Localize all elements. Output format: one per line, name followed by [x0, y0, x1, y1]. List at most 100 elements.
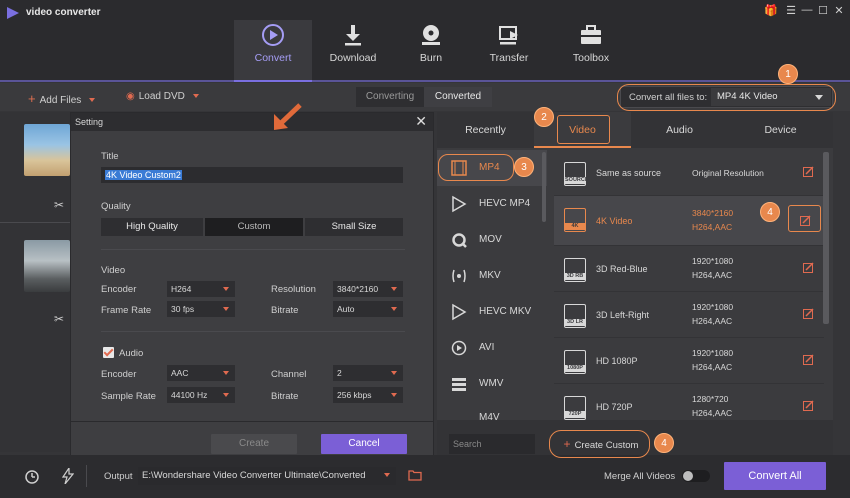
- hd-icon: 1080P: [564, 350, 586, 374]
- chevron-down-icon[interactable]: [192, 94, 199, 99]
- tab-toolbox[interactable]: Toolbox: [552, 20, 630, 82]
- create-button[interactable]: Create: [211, 434, 297, 454]
- folder-icon[interactable]: [408, 469, 422, 481]
- tab-device[interactable]: Device: [728, 112, 833, 148]
- tab-burn[interactable]: Burn: [392, 20, 470, 82]
- option-name: 3D Red-Blue: [596, 264, 648, 274]
- 4k-icon: 4K: [564, 208, 586, 232]
- option-resolution: 1280*720: [692, 394, 729, 404]
- minimize-icon[interactable]: —: [800, 4, 814, 16]
- option-3d-left-right[interactable]: 3D LR 3D Left-Right 1920*1080 H264,AAC: [554, 292, 824, 338]
- option-hd-1080p[interactable]: 1080P HD 1080P 1920*1080 H264,AAC: [554, 338, 824, 384]
- setting-title: Setting: [75, 117, 104, 127]
- format-label: MOV: [479, 234, 502, 245]
- output-label: Output: [104, 471, 133, 482]
- video-thumbnail[interactable]: [24, 124, 70, 176]
- callout-box-1: [617, 84, 836, 111]
- tab-download[interactable]: Download: [314, 20, 392, 82]
- close-icon[interactable]: ✕: [415, 113, 427, 130]
- tab-recently[interactable]: Recently: [437, 112, 534, 148]
- lightning-icon[interactable]: [62, 468, 74, 484]
- toolbox-icon: [581, 25, 601, 44]
- callout-number: 4: [760, 202, 780, 222]
- scissors-icon[interactable]: ✂: [54, 312, 64, 326]
- samplerate-select[interactable]: 44100 Hz: [167, 387, 235, 403]
- options-scrollbar[interactable]: [823, 152, 829, 324]
- hevc-icon: [452, 303, 467, 321]
- format-avi[interactable]: AVI: [437, 330, 547, 366]
- divider: [86, 465, 87, 487]
- video-thumbnail[interactable]: [24, 240, 70, 292]
- arrow-annotation-icon: [274, 103, 302, 130]
- alarm-icon[interactable]: [24, 468, 40, 484]
- format-m4v[interactable]: M4V: [437, 402, 547, 420]
- title-input-value: 4K Video Custom2: [105, 170, 182, 180]
- format-scrollbar[interactable]: [542, 152, 546, 222]
- video-bitrate-select[interactable]: Auto: [333, 301, 403, 317]
- merge-toggle[interactable]: [682, 470, 710, 482]
- option-badge: 3D LR: [565, 319, 585, 326]
- menu-icon[interactable]: ☰: [784, 4, 798, 17]
- format-search-input[interactable]: Search: [449, 434, 535, 454]
- tab-convert[interactable]: Convert: [234, 20, 312, 82]
- gift-icon[interactable]: 🎁: [764, 4, 778, 17]
- tab-converting[interactable]: Converting: [356, 87, 424, 107]
- format-hevc-mp4[interactable]: HEVC MP4: [437, 186, 547, 222]
- window-close-icon[interactable]: ✕: [832, 4, 846, 17]
- video-encoder-select[interactable]: H264: [167, 281, 235, 297]
- encoder-label: Encoder: [101, 284, 137, 295]
- tab-label: Toolbox: [572, 52, 610, 64]
- add-files-button[interactable]: + Add Files: [28, 91, 96, 106]
- option-name: HD 720P: [596, 402, 633, 412]
- format-hevc-mkv[interactable]: HEVC MKV: [437, 294, 547, 330]
- callout-number: 4: [654, 433, 674, 453]
- edit-icon[interactable]: [803, 308, 814, 319]
- option-name: HD 1080P: [596, 356, 638, 366]
- option-badge: 3D RB: [565, 273, 585, 280]
- tab-converted[interactable]: Converted: [424, 87, 492, 107]
- dvd-icon: ◉: [126, 91, 135, 102]
- convert-all-button[interactable]: Convert All: [724, 462, 826, 490]
- quality-high[interactable]: High Quality: [101, 218, 203, 236]
- scissors-icon[interactable]: ✂: [54, 198, 64, 212]
- add-files-label: Add Files: [39, 95, 82, 106]
- format-mkv[interactable]: MKV: [437, 258, 547, 294]
- format-mov[interactable]: MOV: [437, 222, 547, 258]
- format-label: HEVC MP4: [479, 198, 531, 209]
- nav-underline: [0, 80, 850, 82]
- chevron-down-icon[interactable]: [89, 98, 96, 103]
- edit-icon[interactable]: [803, 262, 814, 273]
- quality-custom[interactable]: Custom: [205, 218, 303, 236]
- audio-encoder-select[interactable]: AAC: [167, 365, 235, 381]
- option-resolution: 1920*1080: [692, 348, 734, 358]
- edit-icon[interactable]: [803, 400, 814, 411]
- tab-label: Transfer: [489, 52, 529, 64]
- cancel-button[interactable]: Cancel: [321, 434, 407, 454]
- merge-label: Merge All Videos: [604, 471, 676, 482]
- format-label: WMV: [479, 378, 504, 389]
- output-path-select[interactable]: E:\Wondershare Video Converter Ultimate\…: [138, 467, 396, 485]
- option-4k-video[interactable]: 4K 4K Video 3840*2160 H264,AAC: [554, 196, 824, 246]
- audio-checkbox[interactable]: [103, 347, 114, 358]
- quality-small[interactable]: Small Size: [305, 218, 403, 236]
- tab-audio[interactable]: Audio: [631, 112, 728, 148]
- title-input[interactable]: 4K Video Custom2: [101, 167, 403, 183]
- resolution-select[interactable]: 3840*2160: [333, 281, 403, 297]
- audio-bitrate-select[interactable]: 256 kbps: [333, 387, 403, 403]
- callout-number: 1: [778, 64, 798, 84]
- option-same-as-source[interactable]: SOURCE Same as source Original Resolutio…: [554, 150, 824, 196]
- load-dvd-button[interactable]: ◉ Load DVD: [126, 91, 199, 102]
- format-wmv[interactable]: WMV: [437, 366, 547, 402]
- maximize-icon[interactable]: ☐: [816, 4, 830, 17]
- download-icon: [345, 25, 361, 46]
- option-badge: SOURCE: [565, 177, 589, 184]
- play-circle-icon: [451, 340, 467, 356]
- tab-transfer[interactable]: Transfer: [470, 20, 548, 82]
- edit-icon[interactable]: [803, 354, 814, 365]
- option-resolution: 3840*2160: [692, 208, 734, 218]
- 3d-icon: 3D RB: [564, 258, 586, 282]
- channel-select[interactable]: 2: [333, 365, 403, 381]
- edit-icon[interactable]: [803, 166, 814, 177]
- framerate-select[interactable]: 30 fps: [167, 301, 235, 317]
- option-3d-red-blue[interactable]: 3D RB 3D Red-Blue 1920*1080 H264,AAC: [554, 246, 824, 292]
